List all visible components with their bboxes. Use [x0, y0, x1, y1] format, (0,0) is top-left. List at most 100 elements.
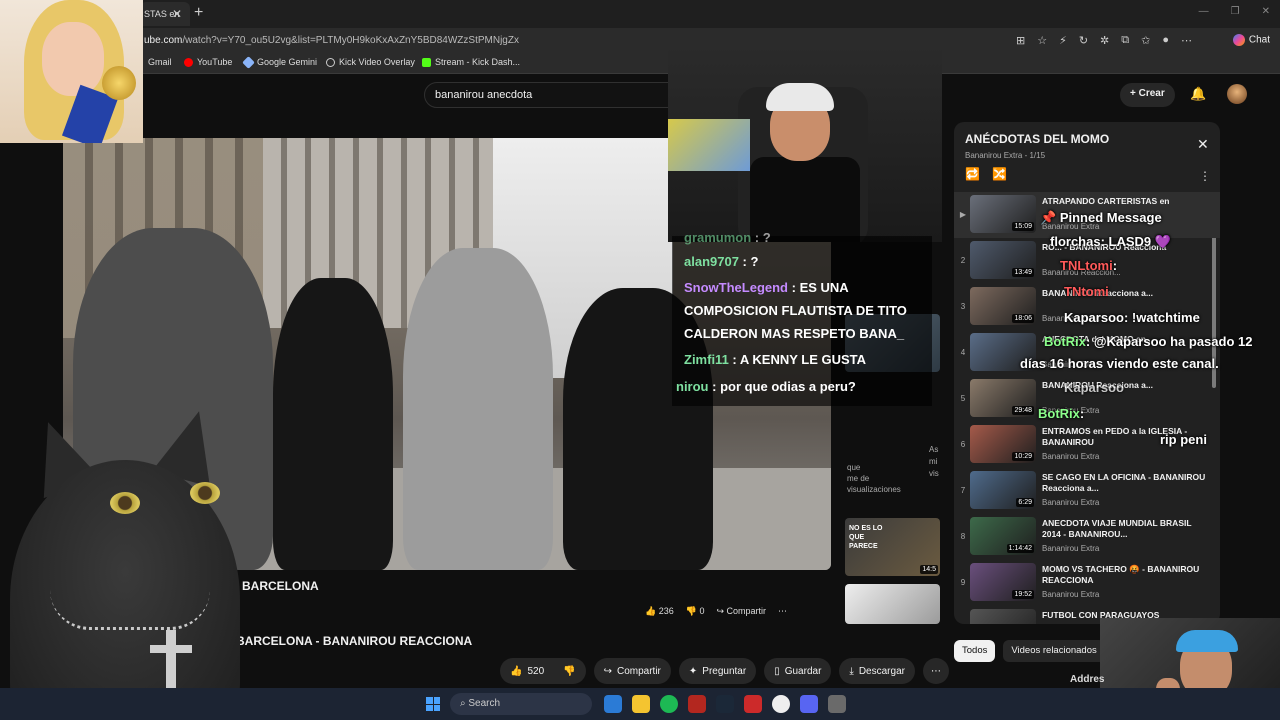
install-app-icon[interactable]: ⊞	[1016, 34, 1025, 47]
refresh-icon[interactable]: ↻	[1079, 34, 1088, 47]
playlist-item-thumbnail: 1:14:42	[970, 517, 1036, 555]
duration-badge: 6:29	[1016, 498, 1034, 507]
playlist-item-channel: Bananirou Extra	[1042, 590, 1100, 599]
rec-line: visualizaciones	[847, 485, 901, 494]
like-count: 236	[658, 606, 674, 616]
share-small-button[interactable]: ↪ Compartir	[716, 606, 766, 617]
dislike-icon[interactable]: 👎	[563, 666, 575, 677]
share-button[interactable]: ↪ Compartir	[593, 658, 671, 684]
steam-icon[interactable]	[716, 695, 734, 713]
cross-icon	[150, 645, 192, 653]
bookmark-gmail[interactable]: Gmail	[148, 57, 172, 67]
bookmark-label: Stream - Kick Dash...	[435, 57, 521, 67]
bookmark-kick-dash[interactable]: Stream - Kick Dash...	[422, 57, 520, 67]
create-button[interactable]: + Crear	[1120, 83, 1175, 107]
discord-icon[interactable]	[800, 695, 818, 713]
more-small-icon[interactable]: ⋯	[778, 606, 787, 617]
playlist-item-title: SE CAGO EN LA OFICINA - BANANIROU Reacci…	[1042, 472, 1206, 493]
file-explorer-icon[interactable]	[632, 695, 650, 713]
app-icon[interactable]	[688, 695, 706, 713]
url-field[interactable]: ube.com/watch?v=Y70_ou5U2vg&list=PLTMy0H…	[144, 35, 519, 46]
rec-line: que	[847, 463, 861, 472]
playlist-title[interactable]: ANÉCDOTAS DEL MOMO	[965, 132, 1109, 146]
save-label: Guardar	[784, 665, 822, 677]
tab-close-icon[interactable]: ✕	[172, 7, 182, 21]
favorites-icon[interactable]: ✩	[1141, 34, 1150, 47]
chat-text: ?	[750, 254, 759, 269]
windows-start-icon[interactable]	[426, 697, 440, 711]
rec-line: me de	[847, 474, 870, 483]
split-view-icon[interactable]: ⧉	[1121, 34, 1129, 47]
more-vert-icon[interactable]: ⋮	[1199, 169, 1211, 183]
browser-tab-bar: STAS en ✕ + — ❐ ✕	[0, 0, 1280, 28]
star-icon[interactable]: ☆	[1037, 34, 1047, 47]
edge-icon[interactable]	[604, 695, 622, 713]
rec-thumbnail[interactable]: NO ES LO QUE PARECE 14:5	[845, 518, 940, 576]
puzzle-icon[interactable]: ✲	[1100, 34, 1109, 47]
spotify-icon[interactable]	[660, 695, 678, 713]
profile-icon[interactable]: ●	[1162, 34, 1169, 47]
taskbar-search[interactable]: ⌕ Search	[450, 693, 592, 715]
new-tab-icon[interactable]: +	[194, 4, 203, 22]
dislike-small-button[interactable]: 👎 0	[686, 606, 705, 617]
download-icon: ⤓	[849, 665, 854, 677]
duration-badge: 19:52	[1012, 590, 1034, 599]
loop-icon[interactable]: 🔁	[965, 167, 980, 181]
playlist-item-index: 4	[960, 348, 966, 357]
bookmark-icon: ▯	[774, 665, 780, 677]
bookmark-kick-overlay[interactable]: Kick Video Overlay	[326, 57, 415, 67]
shuffle-icon[interactable]: 🔀	[992, 167, 1007, 181]
chat-message: BotRix:	[1038, 406, 1085, 421]
playlist-item[interactable]: 9 19:52 MOMO VS TACHERO 🤬 - BANANIROU REAC…	[954, 560, 1220, 606]
pinned-label: Pinned Message	[1059, 210, 1162, 225]
url-domain: ube.com	[144, 35, 183, 46]
extension-icon[interactable]: ⚡	[1059, 34, 1067, 47]
download-button[interactable]: ⤓ Descargar	[839, 658, 915, 684]
download-label: Descargar	[858, 665, 905, 677]
playlist-item-index: 7	[960, 486, 966, 495]
rec-duration: 14:5	[920, 565, 938, 574]
rec-thumbnail[interactable]	[845, 584, 940, 624]
cat-chain	[50, 590, 210, 630]
browser-tab[interactable]: STAS en	[140, 2, 190, 26]
bookmark-youtube[interactable]: YouTube	[184, 57, 232, 67]
chat-user: Zimfi11	[684, 352, 729, 367]
bookmark-gemini[interactable]: Google Gemini	[242, 55, 317, 69]
address-bar: ube.com/watch?v=Y70_ou5U2vg&list=PLTMy0H…	[0, 28, 1280, 54]
chip-all[interactable]: Todos	[954, 640, 996, 662]
filter-chips: Todos Videos relacionados	[954, 640, 1105, 662]
maximize-icon[interactable]: ❐	[1231, 6, 1240, 17]
like-button[interactable]: 👍 520 👎	[500, 658, 586, 684]
ask-label: Preguntar	[702, 665, 747, 677]
cat-eye	[110, 492, 140, 514]
webcam-cap	[766, 83, 834, 111]
playlist-item[interactable]: 8 1:14:42 ANECDOTA VIAJE MUNDIAL BRASIL 20…	[954, 514, 1220, 560]
close-icon[interactable]: ✕	[1197, 136, 1209, 153]
minimize-icon[interactable]: —	[1199, 6, 1209, 17]
like-small-button[interactable]: 👍 236	[645, 606, 674, 617]
valorant-icon[interactable]	[744, 695, 762, 713]
notifications-bell-icon[interactable]: 🔔	[1190, 86, 1206, 102]
app-icon[interactable]	[828, 695, 846, 713]
account-avatar[interactable]	[1227, 84, 1247, 104]
chip-related[interactable]: Videos relacionados	[1003, 640, 1105, 662]
streamer-webcam	[668, 47, 942, 242]
pinned-chat-overlay: 📌 Pinned Message florchas: LASD9 💜 TNLto…	[1020, 200, 1280, 460]
chat-label: Chat	[1248, 34, 1270, 46]
cross-icon	[166, 630, 176, 690]
playlist-item-index: 9	[960, 578, 966, 587]
playlist-item[interactable]: 7 6:29 SE CAGO EN LA OFICINA - BANANIROU R…	[954, 468, 1220, 514]
copilot-chat-button[interactable]: Chat	[1232, 34, 1270, 46]
chat-message: SnowTheLegend : ES UNA	[684, 280, 849, 295]
menu-icon[interactable]: ⋯	[1181, 34, 1192, 47]
playlist-item-thumbnail: 6:29	[970, 471, 1036, 509]
address-bar-icons: ⊞ ☆ ⚡ ↻ ✲ ⧉ ✩ ● ⋯	[1016, 34, 1192, 47]
close-window-icon[interactable]: ✕	[1262, 6, 1270, 17]
more-actions-button[interactable]: ⋯	[922, 658, 949, 684]
save-button[interactable]: ▯ Guardar	[764, 658, 832, 684]
share-label: Compartir	[616, 665, 661, 677]
create-label: Crear	[1138, 88, 1165, 99]
obs-icon[interactable]	[772, 695, 790, 713]
video-title: BARCELONA - BANANIROU REACCIONA	[236, 634, 473, 648]
ask-button[interactable]: ✦ Preguntar	[678, 658, 757, 684]
